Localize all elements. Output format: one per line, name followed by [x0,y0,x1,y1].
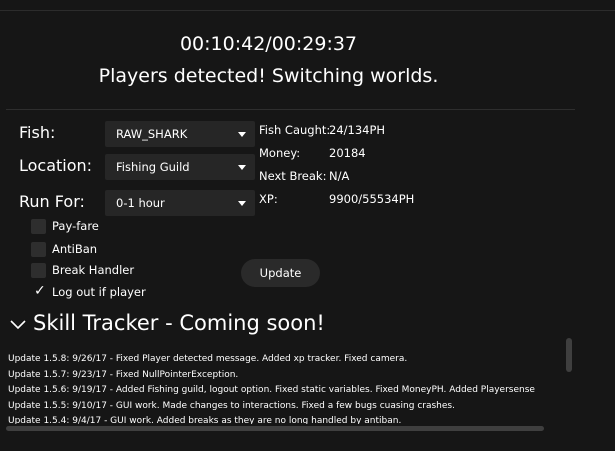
runfor-dropdown[interactable]: 0-1 hour [105,190,255,216]
payfare-checkbox[interactable] [31,219,46,234]
money-value: 20184 [329,146,366,160]
break-handler-checkbox[interactable] [31,263,46,278]
update-log: Update 1.5.8: 9/26/17 - Fixed Player det… [8,352,560,424]
fish-caught-label: Fish Caught: [259,123,331,137]
update-log-line: Update 1.5.7: 9/23/17 - Fixed NullPointe… [8,369,239,380]
top-border [0,10,615,11]
update-button[interactable]: Update [241,259,320,287]
antiban-label: AntiBan [52,242,98,256]
xp-label: XP: [259,192,278,206]
location-dropdown[interactable]: Fishing Guild [105,154,255,180]
status-message: Players detected! Switching worlds. [98,65,439,87]
chevron-down-icon [238,132,246,137]
runfor-dropdown-value: 0-1 hour [116,196,165,210]
location-dropdown-value: Fishing Guild [116,160,190,174]
update-log-line: Update 1.5.8: 9/26/17 - Fixed Player det… [8,354,408,364]
update-log-line: Update 1.5.4: 9/4/17 - GUI work. Added b… [8,416,402,424]
skill-tracker-title: Skill Tracker - Coming soon! [33,311,325,335]
next-break-label: Next Break: [259,169,327,183]
location-label: Location: [19,156,93,175]
money-label: Money: [259,146,301,160]
logout-if-player-checkbox[interactable]: ✓ [31,283,46,300]
antiban-checkbox[interactable] [31,242,46,257]
horizontal-scrollbar[interactable] [6,426,544,431]
runfor-label: Run For: [19,192,85,211]
fish-label: Fish: [19,123,56,142]
checkmark-icon: ✓ [34,283,46,299]
xp-value: 9900/55534PH [329,192,415,206]
fish-caught-value: 24/134PH [329,123,386,137]
chevron-down-icon [238,201,246,206]
fish-dropdown[interactable]: RAW_SHARK [105,121,255,147]
update-log-line: Update 1.5.5: 9/10/17 - GUI work. Made c… [8,400,455,411]
payfare-label: Pay-fare [52,219,99,233]
section-divider [6,109,575,110]
vertical-scrollbar[interactable] [566,338,572,372]
logout-if-player-label: Log out if player [52,285,146,299]
script-gui-window: 00:10:42/00:29:37 Players detected! Swit… [0,0,615,451]
chevron-down-icon [10,320,26,330]
fish-dropdown-value: RAW_SHARK [116,127,188,141]
update-log-line: Update 1.5.6: 9/19/17 - Added Fishing gu… [8,385,535,395]
runtime-timer: 00:10:42/00:29:37 [179,33,358,55]
next-break-value: N/A [329,169,350,183]
chevron-down-icon [238,165,246,170]
break-handler-label: Break Handler [52,263,135,277]
